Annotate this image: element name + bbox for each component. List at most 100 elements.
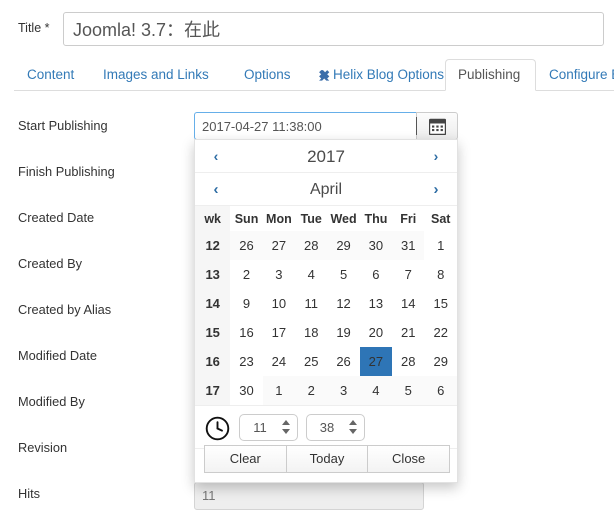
calendar-day[interactable]: 11: [295, 289, 327, 318]
calendar-day[interactable]: 27: [262, 231, 296, 260]
calendar-day[interactable]: 4: [359, 376, 393, 405]
hour-stepper[interactable]: 11: [239, 414, 298, 441]
tab-options[interactable]: Options: [231, 59, 305, 91]
calendar-day[interactable]: 13: [360, 289, 392, 318]
calendar-day[interactable]: 1: [262, 376, 296, 405]
week-number: 12: [195, 231, 231, 260]
calendar-day[interactable]: 4: [295, 260, 327, 289]
joomla-icon: [319, 70, 330, 81]
clear-button[interactable]: Clear: [204, 445, 287, 473]
calendar-year-nav: ‹ 2017 ›: [195, 140, 457, 173]
calendar-day-rows: 12 26 27 28 29 30 31 1 13 2 3 4 5 6 7 8 14 9 10 11 12 13 14 15 1…: [195, 231, 457, 405]
minute-decrement-arrow[interactable]: [349, 429, 357, 434]
calendar-day[interactable]: 5: [392, 376, 425, 405]
calendar-day[interactable]: 17: [263, 318, 295, 347]
calendar-day[interactable]: 9: [230, 289, 262, 318]
calendar-day[interactable]: 19: [327, 318, 359, 347]
calendar-day[interactable]: 22: [424, 318, 457, 347]
tab-content[interactable]: Content: [14, 59, 90, 91]
field-label-created-by-alias: Created by Alias: [18, 302, 112, 317]
tab-configure-e[interactable]: Configure E: [536, 59, 614, 91]
calendar-day[interactable]: 2: [230, 260, 262, 289]
hits-input: 11: [194, 482, 424, 510]
calendar-day[interactable]: 29: [424, 347, 457, 376]
calendar-day[interactable]: 6: [424, 376, 457, 405]
calendar-day[interactable]: 31: [392, 231, 425, 260]
title-input[interactable]: [63, 12, 604, 46]
tab-publishing[interactable]: Publishing: [445, 59, 536, 91]
start-publishing-input-group: [194, 112, 458, 140]
prev-month-button[interactable]: ‹: [201, 173, 231, 206]
weekday-header-sat: Sat: [430, 211, 451, 226]
hour-decrement-arrow[interactable]: [282, 429, 290, 434]
next-year-button[interactable]: ›: [421, 140, 451, 173]
clock-icon: [205, 416, 230, 441]
calendar-day-selected[interactable]: 27: [359, 347, 393, 376]
start-publishing-input[interactable]: [194, 112, 416, 140]
title-label: Title *: [18, 21, 50, 35]
calendar-day[interactable]: 15: [424, 289, 457, 318]
calendar-week-row: 12 26 27 28 29 30 31 1: [195, 231, 457, 260]
calendar-day[interactable]: 26: [327, 347, 359, 376]
calendar-day[interactable]: 26: [230, 231, 263, 260]
tab-label: Options: [244, 67, 291, 82]
calendar-day[interactable]: 18: [295, 318, 327, 347]
tab-label: Helix Blog Options: [333, 67, 445, 82]
calendar-day[interactable]: 25: [295, 347, 327, 376]
minute-value: 38: [319, 420, 335, 435]
calendar-day[interactable]: 16: [230, 318, 262, 347]
tab-label: Images and Links: [103, 67, 209, 82]
calendar-week-row: 13 2 3 4 5 6 7 8: [195, 260, 457, 289]
field-label-revision: Revision: [18, 440, 68, 455]
calendar-day[interactable]: 5: [327, 260, 359, 289]
calendar-day[interactable]: 10: [263, 289, 295, 318]
calendar-day[interactable]: 28: [295, 231, 328, 260]
weekday-header-fri: Fri: [400, 211, 417, 226]
field-label-created-by: Created By: [18, 256, 83, 271]
calendar-day[interactable]: 29: [327, 231, 360, 260]
calendar-week-row: 16 23 24 25 26 27 28 29: [195, 347, 457, 376]
next-month-button[interactable]: ›: [421, 173, 451, 206]
weekday-header-thu: Thu: [364, 211, 388, 226]
calendar-day[interactable]: 20: [360, 318, 392, 347]
close-button[interactable]: Close: [368, 445, 451, 473]
calendar-day[interactable]: 3: [327, 376, 360, 405]
calendar-year-label: 2017: [307, 147, 345, 166]
calendar-day[interactable]: 1: [424, 231, 457, 260]
minute-increment-arrow[interactable]: [349, 420, 357, 425]
calendar-week-row: 15 16 17 18 19 20 21 22: [195, 318, 457, 347]
today-button[interactable]: Today: [286, 445, 369, 473]
calendar-month-nav: ‹ April ›: [195, 173, 457, 206]
calendar-day[interactable]: 14: [392, 289, 424, 318]
calendar-day[interactable]: 30: [359, 231, 393, 260]
calendar-day[interactable]: 28: [392, 347, 424, 376]
field-label-modified-date: Modified Date: [18, 348, 97, 363]
hour-increment-arrow[interactable]: [282, 420, 290, 425]
tab-label: Configure E: [549, 67, 614, 82]
prev-year-button[interactable]: ‹: [201, 140, 231, 173]
tab-bar: Content Images and Links Options Helix Blog…: [0, 59, 614, 91]
weekday-header-tue: Tue: [300, 211, 322, 226]
hour-value: 11: [253, 420, 267, 435]
field-label-start-publishing: Start Publishing: [18, 118, 108, 133]
calendar-day[interactable]: 2: [295, 376, 328, 405]
calendar-day[interactable]: 30: [230, 376, 262, 405]
calendar-toggle-button[interactable]: [416, 112, 458, 140]
minute-stepper[interactable]: 38: [306, 414, 365, 441]
calendar-day[interactable]: 24: [263, 347, 295, 376]
week-number: 17: [195, 376, 231, 405]
calendar-grid: wk Sun Mon Tue Wed Thu Fri Sat 12 26 27 28 29 30 31 1 1…: [195, 206, 457, 405]
calendar-day[interactable]: 12: [327, 289, 359, 318]
calendar-day[interactable]: 23: [230, 347, 262, 376]
calendar-day[interactable]: 8: [424, 260, 457, 289]
tab-helix-blog-options[interactable]: Helix Blog Options: [305, 59, 445, 91]
calendar-day[interactable]: 6: [360, 260, 392, 289]
calendar-day[interactable]: 3: [263, 260, 295, 289]
weekday-header-mon: Mon: [266, 211, 292, 226]
calendar-day[interactable]: 7: [392, 260, 424, 289]
tab-label: Publishing: [458, 67, 521, 82]
calendar-month-label: April: [309, 181, 342, 198]
calendar-day[interactable]: 21: [392, 318, 424, 347]
week-number: 14: [195, 289, 231, 318]
tab-images-and-links[interactable]: Images and Links: [90, 59, 231, 91]
